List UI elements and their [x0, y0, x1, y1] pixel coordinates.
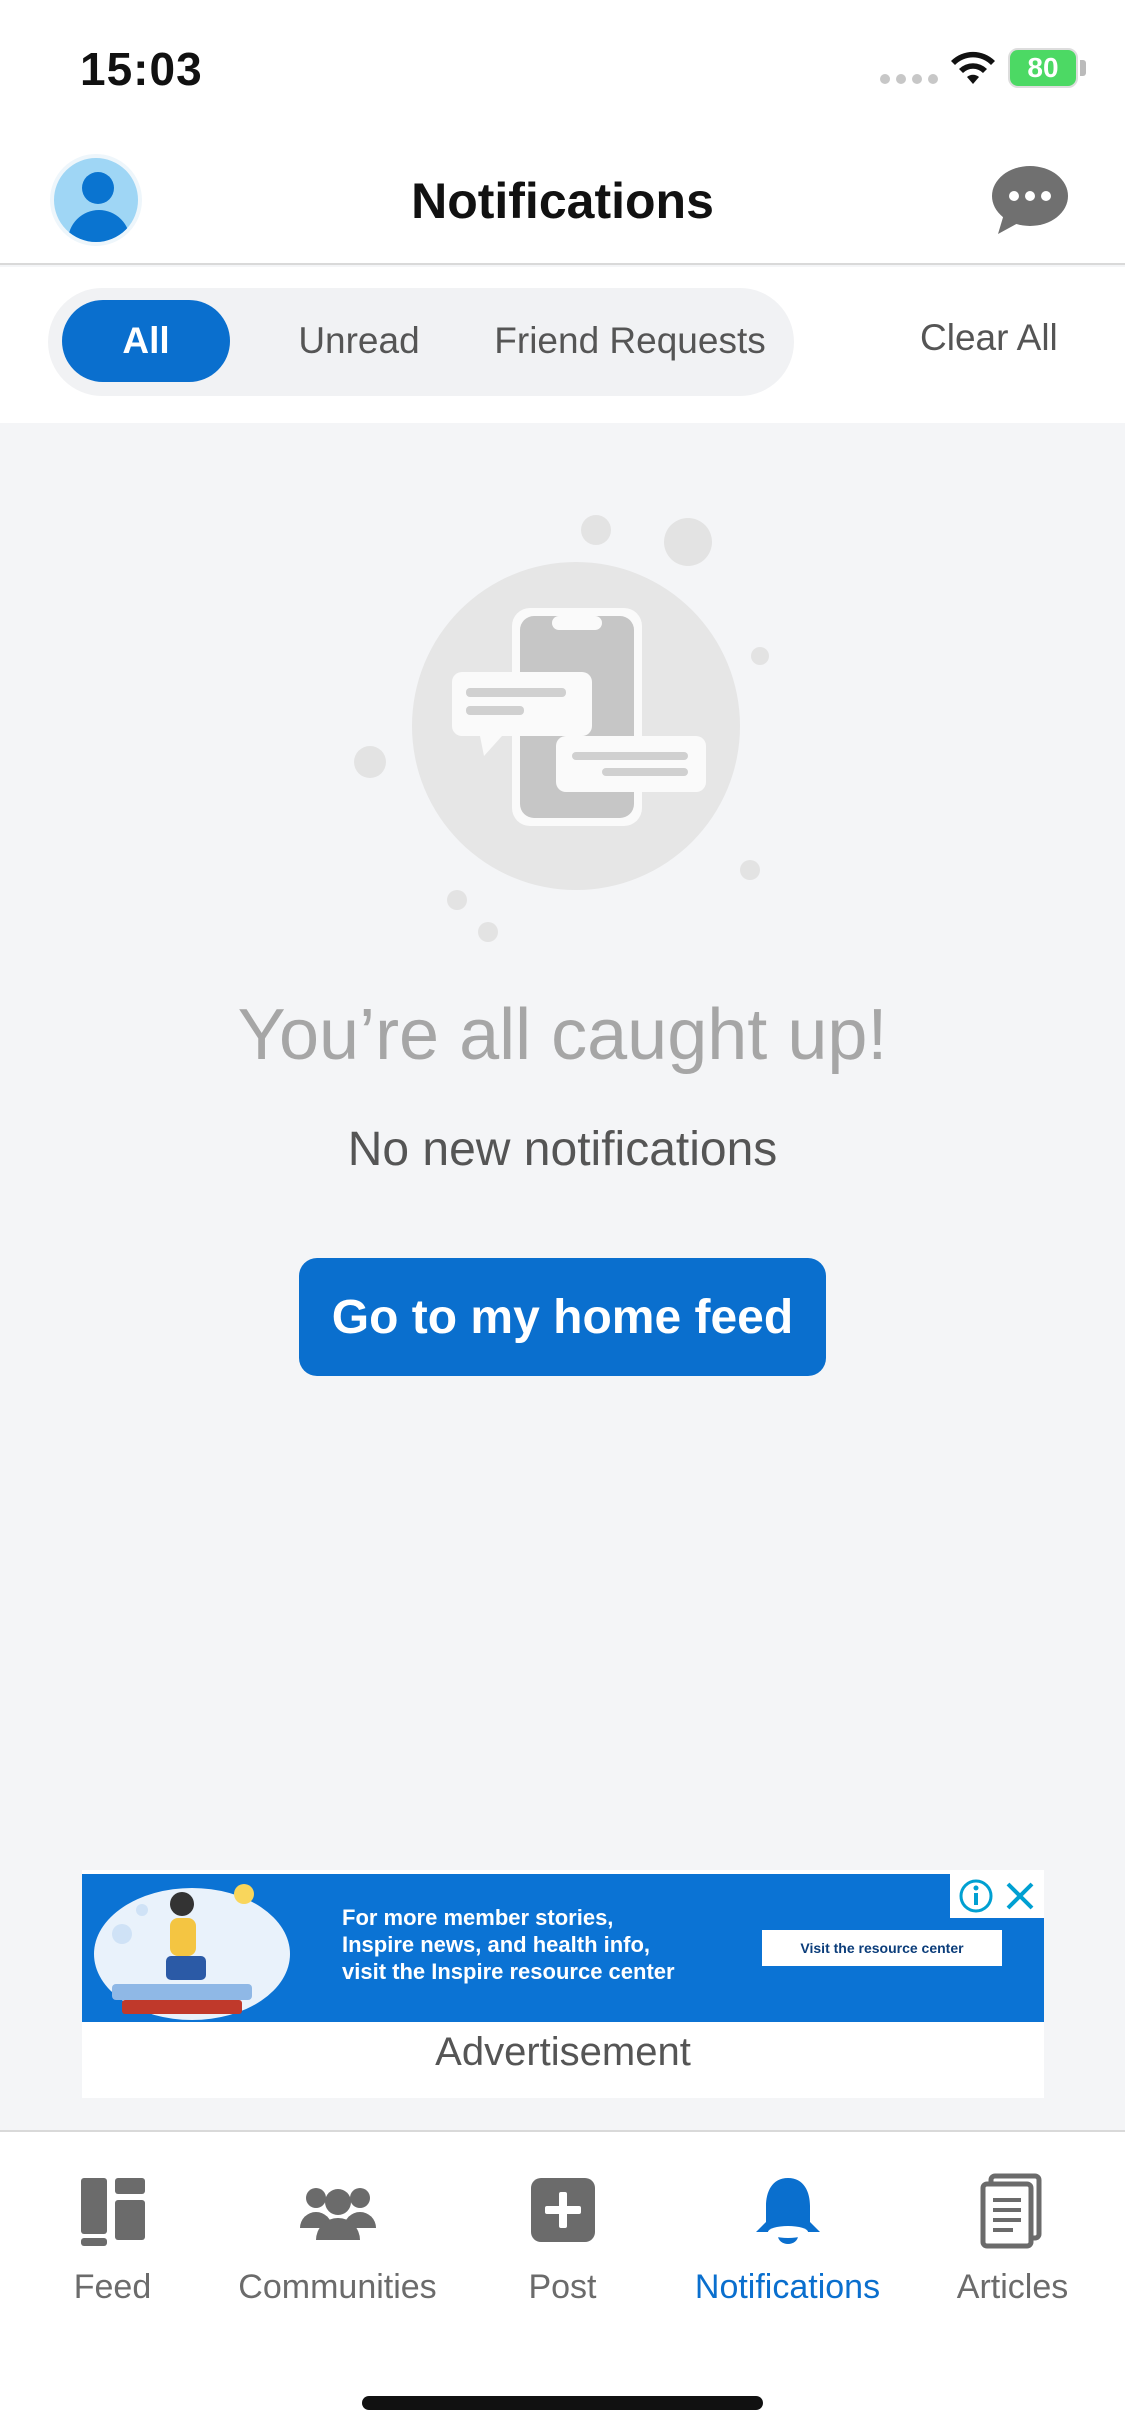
ad-cta-button[interactable]: Visit the resource center — [762, 1930, 1002, 1966]
ad-controls — [950, 1874, 1044, 1918]
bell-icon — [755, 2178, 820, 2244]
tab-friend-requests[interactable]: Friend Requests — [480, 300, 780, 382]
nav-label: Notifications — [694, 2268, 881, 2306]
home-indicator[interactable] — [362, 2396, 763, 2410]
nav-item-notifications[interactable]: Notifications — [675, 2172, 900, 2332]
wifi-icon — [951, 51, 995, 84]
ad-line: For more member stories, — [342, 1905, 614, 1930]
signal-icon — [880, 74, 938, 84]
tab-unread[interactable]: Unread — [256, 300, 462, 382]
feed-icon — [80, 2178, 145, 2246]
filter-tab-group: All Unread Friend Requests — [48, 288, 794, 396]
nav-item-articles[interactable]: Articles — [900, 2172, 1125, 2332]
empty-notifications-illustration — [354, 515, 769, 942]
ad-line: Inspire news, and health info, — [342, 1932, 651, 1957]
status-time: 15:03 — [80, 43, 203, 95]
communities-icon — [299, 2188, 376, 2240]
ad-banner[interactable]: For more member stories, Inspire news, a… — [82, 1874, 1044, 2022]
nav-item-post[interactable]: Post — [450, 2172, 675, 2332]
filter-bar: All Unread Friend Requests Clear All — [0, 267, 1125, 423]
nav-label: Feed — [73, 2268, 152, 2306]
info-icon[interactable] — [958, 1878, 994, 1914]
nav-item-communities[interactable]: Communities — [225, 2172, 450, 2332]
ad-illustration — [94, 1884, 290, 2020]
close-icon[interactable] — [1002, 1878, 1038, 1914]
clear-all-button[interactable]: Clear All — [920, 317, 1058, 359]
ad-label: Advertisement — [435, 2030, 691, 2074]
battery-cap — [1080, 60, 1086, 76]
chat-bubble-icon[interactable] — [990, 162, 1070, 238]
go-to-home-feed-button[interactable]: Go to my home feed — [299, 1258, 826, 1376]
status-bar: 15:03 80 — [0, 0, 1125, 132]
nav-label: Post — [528, 2268, 597, 2306]
advertisement: For more member stories, Inspire news, a… — [82, 1870, 1044, 2098]
battery-icon: 80 — [1008, 48, 1078, 88]
plus-square-icon — [530, 2178, 595, 2242]
header: Notifications — [0, 132, 1125, 265]
empty-state-title: You’re all caught up! — [237, 995, 888, 1075]
battery-level: 80 — [1027, 52, 1059, 83]
ad-text: For more member stories, Inspire news, a… — [342, 1904, 762, 1985]
tab-all[interactable]: All — [62, 300, 230, 382]
bottom-nav: Feed Communities Post Notifications Arti… — [0, 2130, 1125, 2436]
nav-label: Communities — [238, 2268, 437, 2306]
nav-item-feed[interactable]: Feed — [0, 2172, 225, 2332]
nav-label: Articles — [956, 2268, 1069, 2306]
empty-state-subtitle: No new notifications — [347, 1123, 778, 1176]
ad-line: visit the Inspire resource center — [342, 1959, 675, 1984]
page-title: Notifications — [411, 173, 714, 229]
articles-icon — [980, 2173, 1041, 2249]
